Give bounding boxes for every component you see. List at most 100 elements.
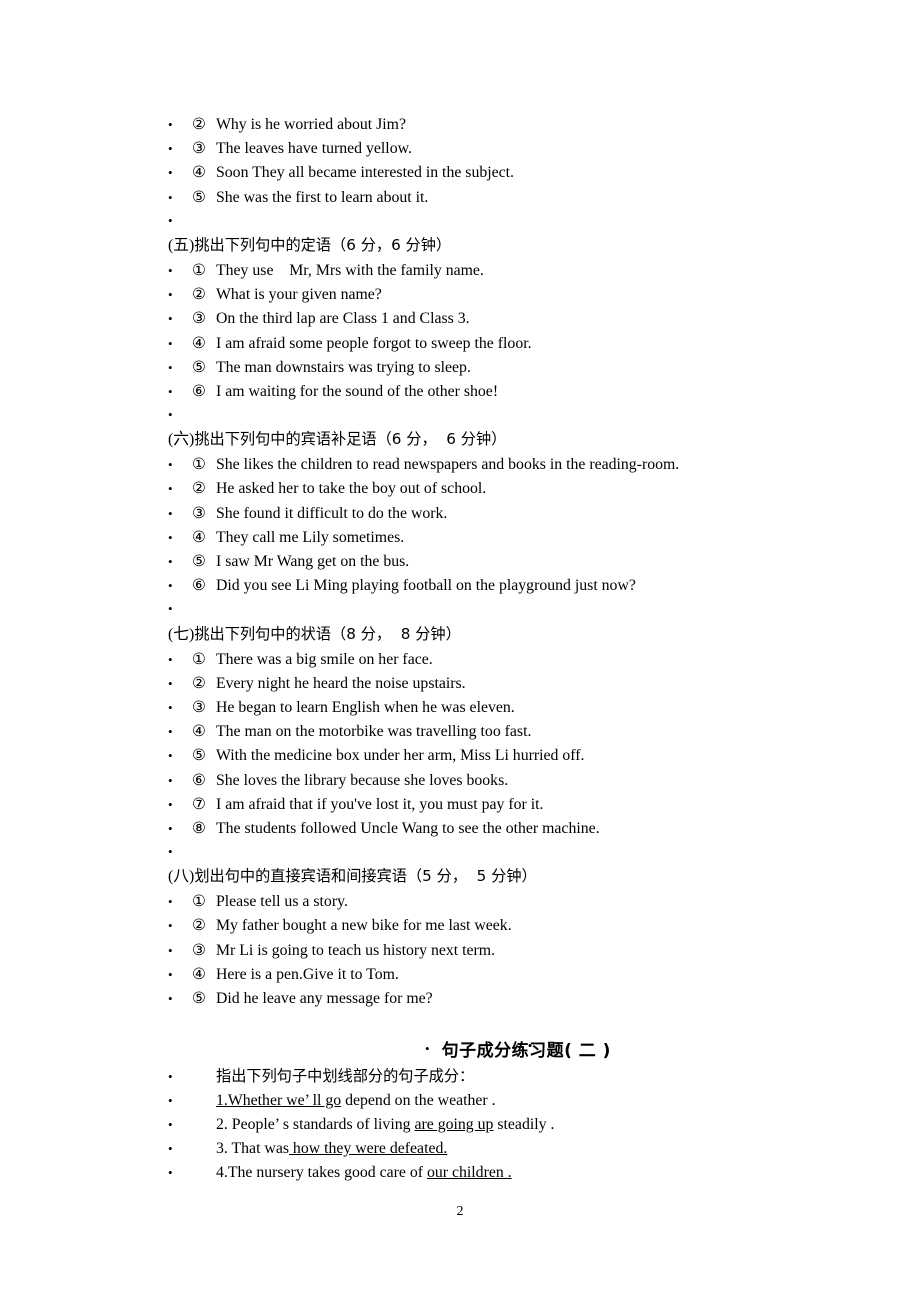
section-title: 挑出下列句中的宾语补足语（6 分， 6 分钟） — [194, 430, 507, 449]
item-marker: ⑥ — [192, 576, 206, 595]
section-title: 划出句中的直接宾语和间接宾语（5 分， 5 分钟） — [194, 867, 537, 886]
bullet-icon: • — [168, 311, 173, 327]
item-marker: ④ — [192, 163, 206, 182]
bullet-icon: • — [168, 651, 173, 667]
page-title-text: 句子成分练习题( 二 ) — [441, 1041, 611, 1062]
item-text: There was a big smile on her face. — [216, 650, 433, 668]
item-marker: ② — [192, 916, 206, 935]
bullet-icon: • — [168, 699, 173, 715]
item-text: He began to learn English when he was el… — [216, 698, 515, 716]
item-marker: ① — [192, 892, 206, 911]
item-text: I am waiting for the sound of the other … — [216, 382, 499, 400]
bullet-icon: • — [168, 287, 173, 303]
item-text: My father bought a new bike for me last … — [216, 917, 512, 935]
bullet-icon: • — [168, 383, 173, 399]
bullet-icon: • — [168, 748, 173, 764]
bullet-icon: • — [168, 918, 173, 934]
item-text: Did he leave any message for me? — [216, 990, 433, 1007]
list-item: • ⑥ I am waiting for the sound of the ot… — [168, 379, 868, 403]
item-text: Every night he heard the noise upstairs. — [216, 674, 466, 692]
underlined-part: 1.Whether we’ ll go — [216, 1091, 342, 1109]
item-text: Here is a pen.Give it to Tom. — [216, 965, 399, 983]
bullet-icon: • — [168, 212, 173, 228]
item-text: Mr Li is going to teach us history next … — [216, 941, 496, 959]
bullet-icon: • — [168, 262, 173, 278]
spacer-row: • — [168, 597, 868, 621]
question-text: 4.The nursery takes good care of our chi… — [216, 1161, 512, 1185]
item-marker: ④ — [192, 964, 206, 983]
item-text: Please tell us a story. — [216, 893, 348, 911]
spacer-row: • — [168, 403, 868, 427]
section-label: (五) — [168, 236, 195, 254]
item-marker: ① — [192, 260, 206, 279]
question-rest: steadily . — [493, 1115, 555, 1133]
bullet-icon: • — [168, 1092, 173, 1108]
list-item: • ① They use Mr, Mrs with the family nam… — [168, 258, 868, 282]
bullet-icon: • — [168, 335, 173, 351]
item-marker: ② — [192, 115, 206, 133]
item-text: With the medicine box under her arm, Mis… — [216, 747, 585, 765]
list-item: • ② He asked her to take the boy out of … — [168, 476, 868, 500]
item-text: He asked her to take the boy out of scho… — [216, 480, 487, 498]
bullet-icon: • — [168, 457, 173, 473]
item-marker: ④ — [192, 333, 206, 352]
item-marker: ⑤ — [192, 187, 206, 206]
page-number: 2 — [456, 1204, 464, 1219]
question-lead: 4.The nursery takes good care of — [216, 1164, 427, 1182]
item-text: The man downstairs was trying to sleep. — [216, 358, 471, 376]
centered-spacer-row: • — [168, 1010, 868, 1053]
item-text: Did you see Li Ming playing football on … — [216, 577, 636, 595]
list-item: • ⑦ I am afraid that if you've lost it, … — [168, 792, 868, 816]
item-marker: ② — [192, 673, 206, 692]
list-item: • ② My father bought a new bike for me l… — [168, 913, 868, 937]
list-item: • ① Please tell us a story. — [168, 889, 868, 913]
list-item: • ⑥ Did you see Li Ming playing football… — [168, 573, 868, 597]
question-lead: 2. People’ s standards of living — [216, 1115, 415, 1133]
section-heading: (七)挑出下列句中的状语（8 分， 8 分钟） — [168, 622, 868, 647]
list-item: • ④ The man on the motorbike was travell… — [168, 719, 868, 743]
bullet-icon: • — [168, 942, 173, 958]
item-text: I am afraid that if you've lost it, you … — [216, 795, 544, 813]
bullet-icon: • — [168, 991, 173, 1006]
list-item: • ④ I am afraid some people forgot to sw… — [168, 331, 868, 355]
spacer-row: • — [168, 209, 868, 233]
list-item: • ④ They call me Lily sometimes. — [168, 525, 868, 549]
item-marker: ⑤ — [192, 989, 206, 1007]
section-heading: (六)挑出下列句中的宾语补足语（6 分， 6 分钟） — [168, 427, 868, 452]
item-text: The man on the motorbike was travelling … — [216, 723, 532, 741]
document-page: • ② Why is he worried about Jim? • ③ The… — [0, 0, 920, 1302]
bullet-icon: • — [168, 601, 173, 617]
list-item: • ① She likes the children to read newsp… — [168, 452, 868, 476]
item-marker: ⑦ — [192, 794, 206, 813]
bullet-icon: • — [168, 844, 173, 860]
list-item: • ④ Here is a pen.Give it to Tom. — [168, 962, 868, 986]
bullet-icon: • — [168, 481, 173, 497]
list-item: • ⑤ I saw Mr Wang get on the bus. — [168, 549, 868, 573]
question-lead: 3. That was — [216, 1139, 289, 1157]
list-item: • 2. People’ s standards of living are g… — [168, 1113, 868, 1137]
bullet-icon: • — [168, 724, 173, 740]
item-text: They use Mr, Mrs with the family name. — [216, 261, 484, 279]
item-marker: ③ — [192, 503, 206, 522]
list-item: • 1.Whether we’ ll go depend on the weat… — [168, 1089, 868, 1113]
bullet-icon: • — [168, 529, 173, 545]
bullet-icon: • — [168, 141, 173, 157]
underlined-part: how they were defeated. — [288, 1139, 448, 1157]
item-marker: ⑤ — [192, 746, 206, 765]
question-text: 3. That was how they were defeated. — [216, 1137, 447, 1161]
item-marker: ⑤ — [192, 552, 206, 570]
item-marker: ④ — [192, 722, 206, 741]
spacer-row: • — [168, 840, 868, 864]
list-item: • ⑤ With the medicine box under her arm,… — [168, 743, 868, 767]
list-item: • ③ The leaves have turned yellow. — [168, 136, 868, 160]
bullet-icon: • — [168, 1069, 173, 1085]
item-text: I saw Mr Wang get on the bus. — [216, 553, 410, 570]
bullet-icon: • — [168, 894, 173, 910]
item-marker: ④ — [192, 527, 206, 546]
section-label: (七) — [168, 625, 195, 643]
underlined-part: are going up — [414, 1115, 494, 1133]
item-text: I am afraid some people forgot to sweep … — [216, 334, 532, 352]
item-text: What is your given name? — [216, 286, 382, 304]
item-text: They call me Lily sometimes. — [216, 528, 405, 546]
list-item: • ⑤ The man downstairs was trying to sle… — [168, 355, 868, 379]
